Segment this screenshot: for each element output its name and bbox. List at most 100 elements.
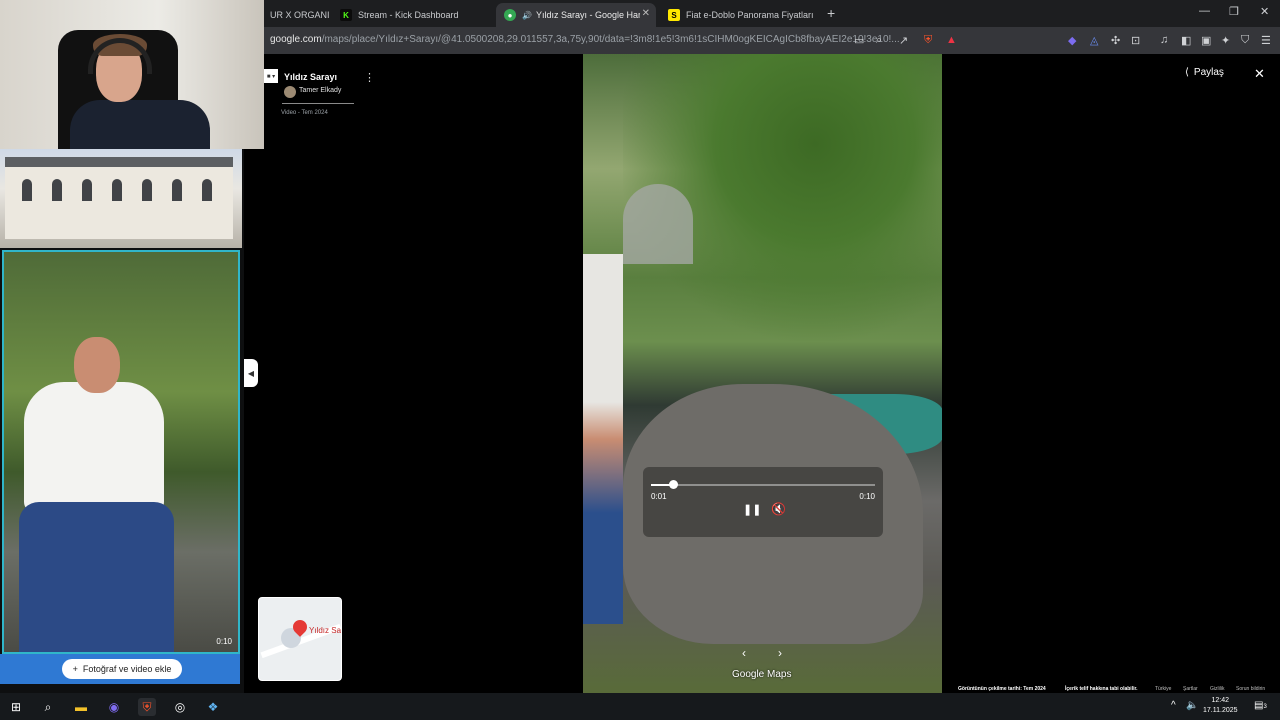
- maps-icon: ●: [504, 9, 516, 21]
- seek-bar[interactable]: [651, 480, 875, 489]
- video-date: Video - Tem 2024: [281, 110, 328, 116]
- more-options-icon[interactable]: ⋮: [364, 71, 375, 84]
- collapse-panel-button[interactable]: ◀: [244, 359, 258, 387]
- person-head: [74, 337, 120, 393]
- dropdown-icon[interactable]: ■ ▾: [264, 69, 278, 83]
- system-clock[interactable]: 12:42 17.11.2025: [1203, 696, 1238, 716]
- address-bar: google.com/maps/place/Yıldız+Sarayı/@41.…: [264, 27, 1280, 54]
- window: [82, 179, 92, 201]
- clock-date: 17.11.2025: [1203, 707, 1238, 714]
- terms-link[interactable]: Şartlar: [1183, 686, 1198, 692]
- brave-browser-icon[interactable]: ⛨: [138, 698, 156, 716]
- chevron-up-icon[interactable]: ^: [1171, 700, 1176, 711]
- media-icon[interactable]: ♫: [1160, 34, 1168, 46]
- vpn-icon[interactable]: ⛉: [1241, 34, 1249, 47]
- close-tab-icon[interactable]: ✕: [642, 8, 650, 19]
- window: [202, 179, 212, 201]
- share-page-icon[interactable]: ↗: [899, 34, 908, 47]
- file-explorer-icon[interactable]: ▬: [72, 698, 90, 716]
- kick-icon: K: [340, 9, 352, 21]
- share-label: Paylaş: [1193, 67, 1224, 78]
- tab-label: Stream - Kick Dashboard: [358, 10, 459, 20]
- volume-icon[interactable]: 🔈: [1186, 700, 1198, 711]
- share-button[interactable]: ⟨ Paylaş: [1185, 67, 1224, 78]
- zoom-icon[interactable]: ⌕: [876, 34, 882, 47]
- avatar[interactable]: [284, 86, 296, 98]
- tab-label: Fiat e-Doblo Panorama Fiyatları & M: [686, 10, 816, 20]
- clock-time: 12:42: [1211, 697, 1230, 704]
- tab-label: Yıldız Sarayı - Google Haritalar: [535, 10, 640, 20]
- tab-kick-dashboard[interactable]: K Stream - Kick Dashboard: [332, 3, 492, 27]
- copyright-notice[interactable]: İçerik telif hakkına tabi olabilir.: [1065, 686, 1138, 692]
- seek-handle[interactable]: [669, 480, 679, 489]
- current-time: 0:01: [651, 492, 667, 501]
- wallet-icon[interactable]: ▣: [1201, 34, 1211, 47]
- url-domain: google.com: [270, 34, 322, 45]
- menu-icon[interactable]: ☰: [1261, 34, 1271, 47]
- brave-shields-icon[interactable]: ⛨: [924, 34, 932, 47]
- previous-icon[interactable]: ‹: [736, 645, 752, 661]
- windows-start-icon[interactable]: ⊞: [7, 698, 25, 716]
- window: [142, 179, 152, 201]
- country-link[interactable]: Türkiye: [1155, 686, 1171, 692]
- window: [52, 179, 62, 201]
- next-icon[interactable]: ›: [772, 645, 788, 661]
- cast-icon[interactable]: ▭: [854, 34, 864, 47]
- google-maps-logo: Google Maps: [732, 669, 792, 680]
- tab-fiat-doblo[interactable]: S Fiat e-Doblo Panorama Fiyatları & M: [660, 3, 820, 27]
- photo-thumbnail[interactable]: [0, 149, 242, 248]
- search-icon[interactable]: ⌕: [39, 698, 57, 716]
- minimap[interactable]: Yıldız Sar: [258, 597, 342, 681]
- close-icon[interactable]: ✕: [1254, 66, 1265, 82]
- minimap-label: Yıldız Sar: [309, 626, 342, 635]
- sidebar-icon[interactable]: ◧: [1181, 34, 1191, 47]
- notification-icon[interactable]: ▤3: [1254, 700, 1267, 711]
- notification-count: 3: [1263, 704, 1267, 710]
- app-icon[interactable]: ❖: [204, 698, 222, 716]
- extension-icon[interactable]: ◆: [1068, 34, 1076, 47]
- close-window-icon[interactable]: ✕: [1260, 5, 1269, 18]
- divider: [282, 103, 354, 104]
- streamer-body: [70, 100, 210, 149]
- tab-google-maps[interactable]: ● 🔊 Yıldız Sarayı - Google Haritalar ✕: [496, 3, 656, 27]
- report-link[interactable]: Sorun bildirin: [1236, 686, 1265, 692]
- new-tab-button[interactable]: +: [827, 5, 835, 21]
- obs-icon[interactable]: ◎: [171, 698, 189, 716]
- plus-icon: +: [72, 664, 78, 674]
- minimize-icon[interactable]: —: [1199, 5, 1210, 17]
- sahibinden-icon: S: [668, 9, 680, 21]
- leo-ai-icon[interactable]: ✦: [1221, 34, 1230, 47]
- tab-organizer[interactable]: UR X ORGANI: [262, 3, 332, 27]
- place-title: Yıldız Sarayı: [284, 72, 338, 82]
- window: [112, 179, 122, 201]
- url-field[interactable]: google.com/maps/place/Yıldız+Sarayı/@41.…: [270, 34, 900, 45]
- video-player[interactable]: [583, 54, 942, 693]
- place-header: ■ ▾ Yıldız Sarayı ⋮ Tamer Elkady Video -…: [264, 65, 384, 125]
- brave-rewards-icon[interactable]: ▲: [946, 34, 957, 46]
- extension-icon[interactable]: ◬: [1090, 34, 1098, 47]
- mute-icon[interactable]: 🔇: [771, 502, 786, 516]
- duration: 0:10: [859, 492, 875, 501]
- person-partial: [583, 254, 623, 624]
- thumbnail-duration: 0:10: [216, 637, 232, 646]
- pause-icon[interactable]: ❚❚: [743, 503, 761, 516]
- video-controls: 0:01 0:10 ❚❚ 🔇: [643, 467, 883, 537]
- extensions-puzzle-icon[interactable]: ✣: [1111, 34, 1120, 47]
- app-icon[interactable]: ◉: [105, 698, 123, 716]
- add-photo-video-button[interactable]: + Fotoğraf ve video ekle: [62, 659, 182, 679]
- audio-playing-icon[interactable]: 🔊: [522, 11, 532, 20]
- taskbar: ⊞ ⌕ ▬ ◉ ⛨ ◎ ❖: [0, 693, 1280, 720]
- add-photo-label: Fotoğraf ve video ekle: [82, 664, 172, 674]
- video-thumbnail[interactable]: 0:10: [2, 250, 240, 654]
- window: [172, 179, 182, 201]
- window: [22, 179, 32, 201]
- share-icon: ⟨: [1185, 67, 1189, 78]
- capture-date: Görüntünün çekilme tarihi: Tem 2024: [958, 686, 1046, 692]
- gazebo: [623, 184, 693, 264]
- privacy-link[interactable]: Gizlilik: [1210, 686, 1224, 692]
- screen: UR X ORGANI K Stream - Kick Dashboard ● …: [0, 0, 1280, 720]
- restore-icon[interactable]: ❐: [1229, 5, 1239, 18]
- tab-search-icon[interactable]: ⊡: [1131, 34, 1140, 47]
- person-image: [24, 382, 164, 512]
- author-name[interactable]: Tamer Elkady: [299, 87, 341, 94]
